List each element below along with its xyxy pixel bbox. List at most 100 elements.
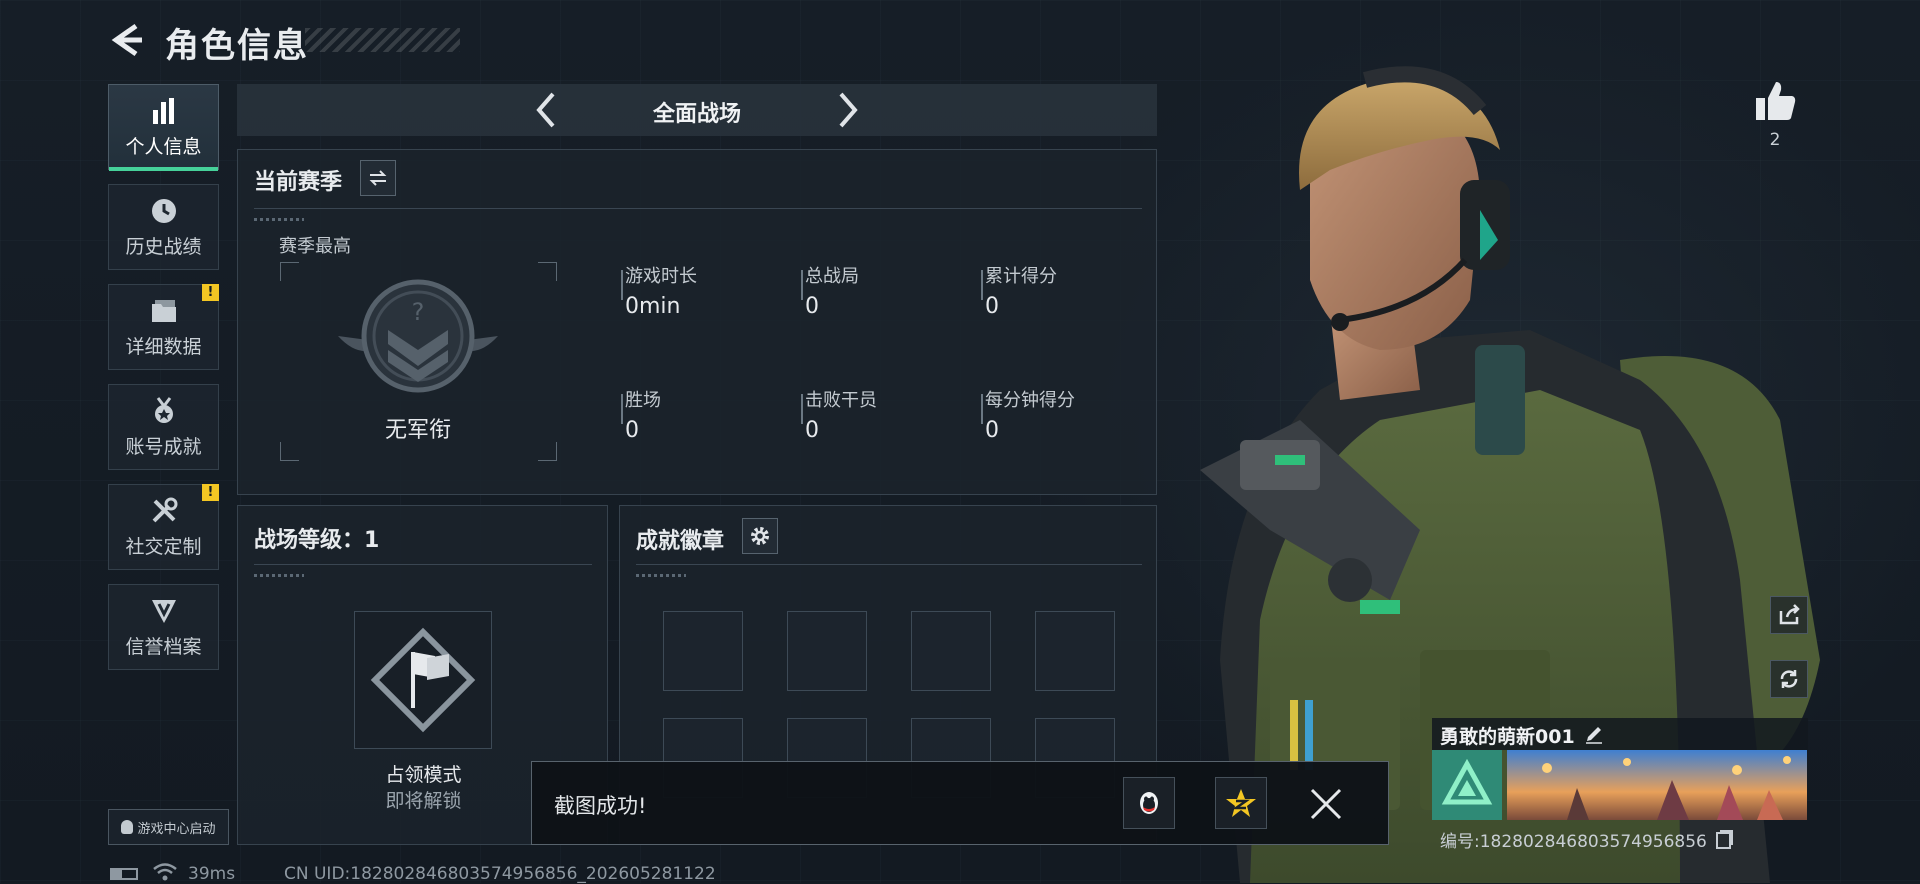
screenshot-toast: 截图成功! — [531, 761, 1389, 845]
player-id-text: 编号:182802846803574956856 — [1440, 832, 1707, 852]
swap-season-button[interactable] — [360, 160, 396, 196]
season-title: 当前赛季 — [254, 170, 343, 195]
divider — [254, 208, 1142, 209]
qzone-star-icon — [1226, 789, 1256, 817]
sidebar-item-label: 社交定制 — [125, 535, 202, 558]
stat-divider — [981, 394, 983, 424]
sidebar-item-label: 详细数据 — [125, 335, 202, 358]
stat-value-total-score: 0 — [985, 294, 999, 319]
alert-badge: ! — [202, 284, 219, 301]
ping-text: 39ms — [188, 864, 236, 884]
rank-name: 无军衔 — [384, 418, 451, 443]
frame-corner — [538, 442, 557, 461]
stat-divider — [621, 394, 623, 424]
stat-label-kills: 击败干员 — [805, 390, 877, 411]
page-title: 角色信息 — [165, 26, 309, 66]
share-qzone-button[interactable] — [1215, 777, 1267, 829]
wifi-icon — [153, 863, 177, 881]
triangle-rank-icon — [1441, 758, 1493, 805]
frame-corner — [280, 262, 299, 281]
sidebar-item-history[interactable]: 历史战绩 — [108, 184, 219, 270]
stat-divider — [621, 270, 623, 300]
banner-illustration — [1507, 750, 1807, 820]
rank-emblem-icon: ? — [338, 279, 498, 393]
mode-tile[interactable] — [354, 611, 492, 749]
stat-label-score-per-minute: 每分钟得分 — [985, 390, 1075, 411]
stat-divider — [801, 270, 803, 300]
stat-value-kills: 0 — [805, 418, 819, 443]
share-qq-button[interactable] — [1123, 777, 1175, 829]
share-button[interactable] — [1770, 596, 1808, 634]
badge-slot[interactable] — [911, 611, 991, 691]
season-best-label: 赛季最高 — [279, 236, 351, 257]
mode-selector: 全面战场 — [237, 84, 1157, 136]
rank-placeholder-text: ? — [412, 298, 425, 326]
stat-label-total-score: 累计得分 — [985, 266, 1057, 287]
stat-value-total-matches: 0 — [805, 294, 819, 319]
uid-text: CN UID:182802846803574956856_20260528112… — [284, 864, 716, 884]
shield-icon — [151, 599, 176, 623]
mode-label: 全面战场 — [652, 102, 741, 127]
like-count: 2 — [1769, 130, 1781, 150]
divider-ticks — [254, 574, 304, 577]
sidebar-item-label: 账号成就 — [125, 435, 202, 458]
divider-ticks — [254, 218, 304, 221]
game-center-button[interactable]: 游戏中心启动 — [108, 809, 229, 845]
clock-icon — [151, 198, 176, 223]
copy-icon[interactable] — [1716, 832, 1732, 849]
medal-icon — [154, 396, 173, 423]
frame-corner — [538, 262, 557, 281]
game-center-label: 游戏中心启动 — [137, 821, 216, 837]
chevron-right-icon[interactable] — [827, 90, 867, 130]
badge-slot[interactable] — [663, 611, 743, 691]
title-decoration — [305, 28, 460, 52]
edit-icon[interactable] — [1584, 724, 1604, 744]
stat-divider — [801, 394, 803, 424]
back-arrow-icon[interactable] — [108, 20, 144, 60]
sidebar-item-achievements[interactable]: 账号成就 — [108, 384, 219, 470]
divider — [636, 564, 1142, 565]
gear-icon — [751, 527, 769, 545]
share-icon — [1779, 604, 1800, 625]
stat-label-total-matches: 总战局 — [805, 266, 859, 287]
player-id: 编号:182802846803574956856 — [1440, 827, 1732, 852]
divider-ticks — [636, 574, 686, 577]
sidebar-item-detailed-data[interactable]: 详细数据 ! — [108, 284, 219, 370]
refresh-button[interactable] — [1770, 660, 1808, 698]
stat-value-wins: 0 — [625, 418, 639, 443]
divider — [254, 564, 592, 565]
sidebar-item-social-custom[interactable]: 社交定制 ! — [108, 484, 219, 570]
rank-icon-box — [1432, 750, 1502, 820]
season-panel: 当前赛季 赛季最高 ? 无军衔 游戏时长 0min 总战局 0 累计得分 0 胜… — [237, 149, 1157, 495]
stat-label-playtime: 游戏时长 — [625, 266, 697, 287]
refresh-icon — [1780, 670, 1798, 688]
stat-value-playtime: 0min — [625, 294, 681, 319]
alert-badge: ! — [202, 484, 219, 501]
stat-value-score-per-minute: 0 — [985, 418, 999, 443]
thumbs-up-icon[interactable] — [1752, 78, 1798, 124]
badge-slot[interactable] — [787, 611, 867, 691]
stat-label-wins: 胜场 — [625, 390, 661, 411]
badge-slot[interactable] — [1035, 611, 1115, 691]
sidebar-item-personal-info[interactable]: 个人信息 — [108, 84, 219, 171]
tools-icon — [152, 497, 177, 522]
sidebar-item-reputation[interactable]: 信誉档案 — [108, 584, 219, 670]
close-icon[interactable] — [1308, 786, 1344, 822]
profile-banner[interactable] — [1507, 750, 1807, 820]
sidebar-item-label: 个人信息 — [125, 135, 202, 158]
qq-penguin-icon — [1140, 792, 1158, 814]
battery-icon — [110, 868, 138, 880]
frame-corner — [280, 442, 299, 461]
badges-title: 成就徽章 — [636, 529, 725, 554]
stat-divider — [981, 270, 983, 300]
player-name-bar: 勇敢的萌新001 — [1432, 718, 1808, 750]
player-name: 勇敢的萌新001 — [1440, 726, 1575, 748]
folder-icon — [151, 299, 176, 322]
bar-chart-icon — [152, 97, 174, 124]
qq-icon — [121, 820, 134, 834]
battle-level-title: 战场等级：1 — [254, 528, 380, 553]
swap-icon — [369, 170, 387, 186]
badge-settings-button[interactable] — [742, 518, 778, 554]
toast-message: 截图成功! — [554, 794, 647, 818]
sidebar-item-label: 历史战绩 — [125, 235, 202, 258]
